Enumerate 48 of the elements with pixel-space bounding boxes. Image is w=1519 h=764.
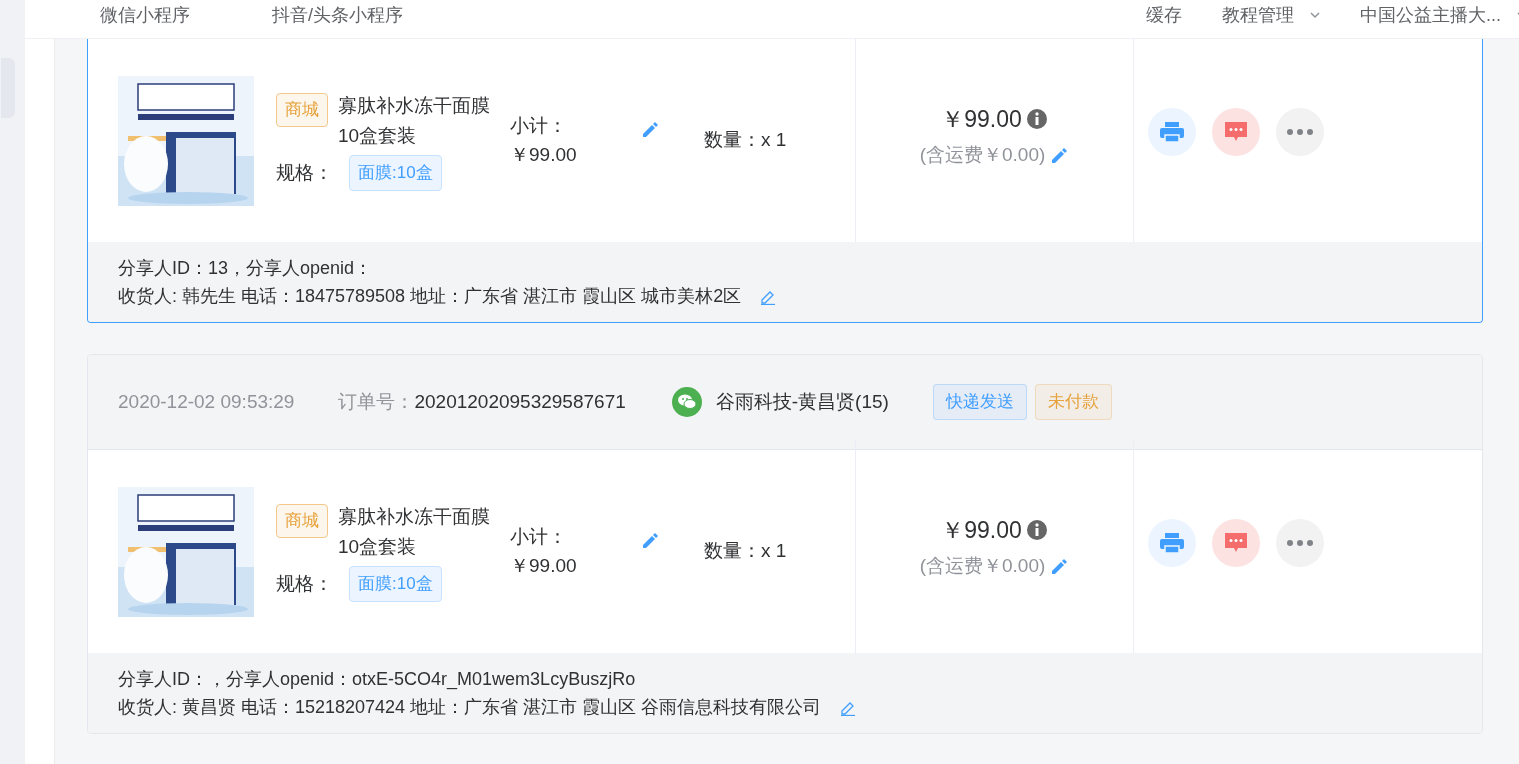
field-label: 规格： [276,571,333,596]
chat-icon [1224,120,1248,143]
nav-link-item[interactable]: 教程管理 [1222,2,1294,29]
printer-icon [1159,120,1185,143]
shipping-fee: (含运费￥0.00) [919,553,1046,578]
nav-link-item[interactable]: 微信小程序 [100,2,190,29]
product-name: 寡肽补水冻干面膜10盒套装 [338,93,490,148]
printer-icon [1159,531,1185,554]
buyer-name: 谷雨科技-黄昌贤(15) [715,389,889,414]
consignee-info: 收货人: 韩先生 电话：18475789508 地址：广东省 湛江市 霞山区 城市美林2区 [118,285,742,308]
info-icon [1025,108,1048,131]
quantity-text: 数量：x 1 [704,128,787,153]
message-button[interactable] [1212,518,1260,567]
quantity-text: 数量：x 1 [704,539,787,564]
message-button[interactable] [1212,107,1260,156]
source-tag: 商城 [276,92,328,127]
source-tag: 商城 [276,503,328,538]
nav-link-item[interactable]: 缓存 [1146,2,1182,29]
field-label: 规格： [276,160,333,185]
nav-link-item[interactable]: 中国公益主播大... [1360,2,1501,29]
print-button[interactable] [1148,518,1196,567]
shipping-fee: (含运费￥0.00) [919,142,1046,167]
order-number: 20201202095329587671 [414,389,626,414]
subtotal-price: ￥99.00 [510,142,578,167]
total-price: ￥99.00 [941,105,1022,134]
status-tag: 未付款 [1034,384,1112,420]
field-label: 小计： [510,525,568,549]
more-icon [1287,539,1313,546]
field-label: 小计： [510,114,568,138]
spec-tag: 面膜:10盒 [349,154,442,191]
wechat-icon [671,387,702,417]
print-button[interactable] [1148,107,1196,156]
field-label: 订单号： [338,389,415,414]
more-button[interactable] [1276,107,1324,156]
sharer-info: 分享人ID：13，分享人openid： [118,257,374,280]
more-icon [1287,128,1313,135]
consignee-info: 收货人: 黄昌贤 电话：15218207424 地址：广东省 湛江市 霞山区 谷雨信息科技有限公司 [118,696,822,719]
more-button[interactable] [1276,518,1324,567]
info-icon [1025,519,1048,542]
order-time: 2020-12-02 09:53:29 [118,389,295,414]
nav-link-item[interactable]: 抖音/头条小程序 [272,2,403,29]
chat-icon [1224,531,1248,554]
product-name: 寡肽补水冻干面膜10盒套装 [338,504,490,559]
spec-tag: 面膜:10盒 [349,565,442,602]
status-tag: 快递发送 [932,384,1027,420]
sharer-info: 分享人ID：，分享人openid：otxE-5CO4r_M01wem3LcyBuszjRo [118,668,637,692]
total-price: ￥99.00 [941,516,1022,545]
subtotal-price: ￥99.00 [510,553,578,578]
